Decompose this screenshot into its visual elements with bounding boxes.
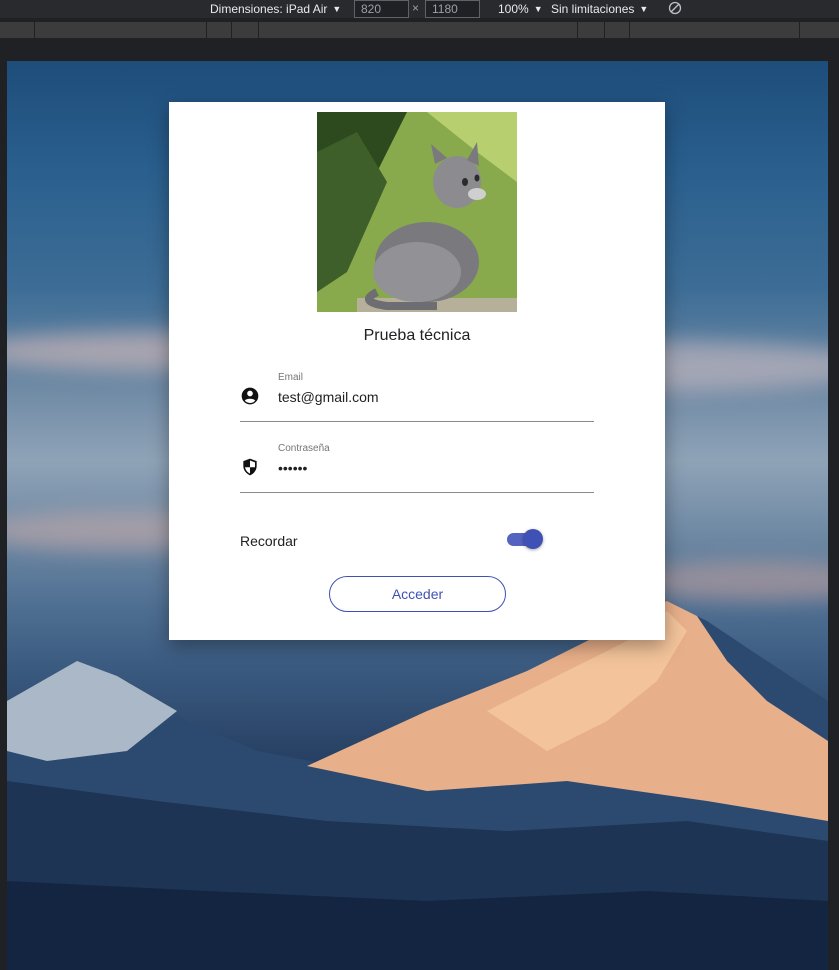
device-dimensions-select[interactable]: Dimensiones: iPad Air ▼ [210,0,341,18]
password-field[interactable]: Contraseña [240,443,594,493]
remember-label: Recordar [240,533,298,549]
chevron-down-icon: ▼ [533,4,543,14]
zoom-label: 100% [498,2,529,16]
media-query-ruler [0,22,839,38]
width-input[interactable] [354,0,409,18]
toggle-knob [523,529,543,549]
account-circle-icon [241,387,259,405]
access-button[interactable]: Acceder [329,576,506,612]
devtools-toolbar: Dimensiones: iPad Air ▼ × 100% ▼ Sin lim… [0,0,839,18]
remember-toggle[interactable] [507,529,543,549]
password-input[interactable] [278,458,588,478]
device-dimensions-label: Dimensiones: iPad Air [210,2,328,16]
throttling-select[interactable]: Sin limitaciones ▼ [551,0,648,18]
security-shield-icon [243,458,257,476]
email-field[interactable]: Email [240,372,594,422]
chevron-down-icon: ▼ [332,4,342,14]
height-input[interactable] [425,0,480,18]
chevron-down-icon: ▼ [639,4,649,14]
kitten-photo [317,112,517,312]
page-title: Prueba técnica [363,327,471,344]
device-viewport: Prueba técnica Email Contraseña Recordar [7,61,828,970]
email-input[interactable] [278,387,588,407]
rotate-icon[interactable] [668,1,682,15]
zoom-select[interactable]: 100% ▼ [498,0,543,18]
times-separator: × [412,1,420,15]
login-card: Prueba técnica Email Contraseña Recordar [169,102,665,640]
throttling-label: Sin limitaciones [551,2,635,16]
password-label: Contraseña [278,443,330,454]
email-label: Email [278,372,304,383]
